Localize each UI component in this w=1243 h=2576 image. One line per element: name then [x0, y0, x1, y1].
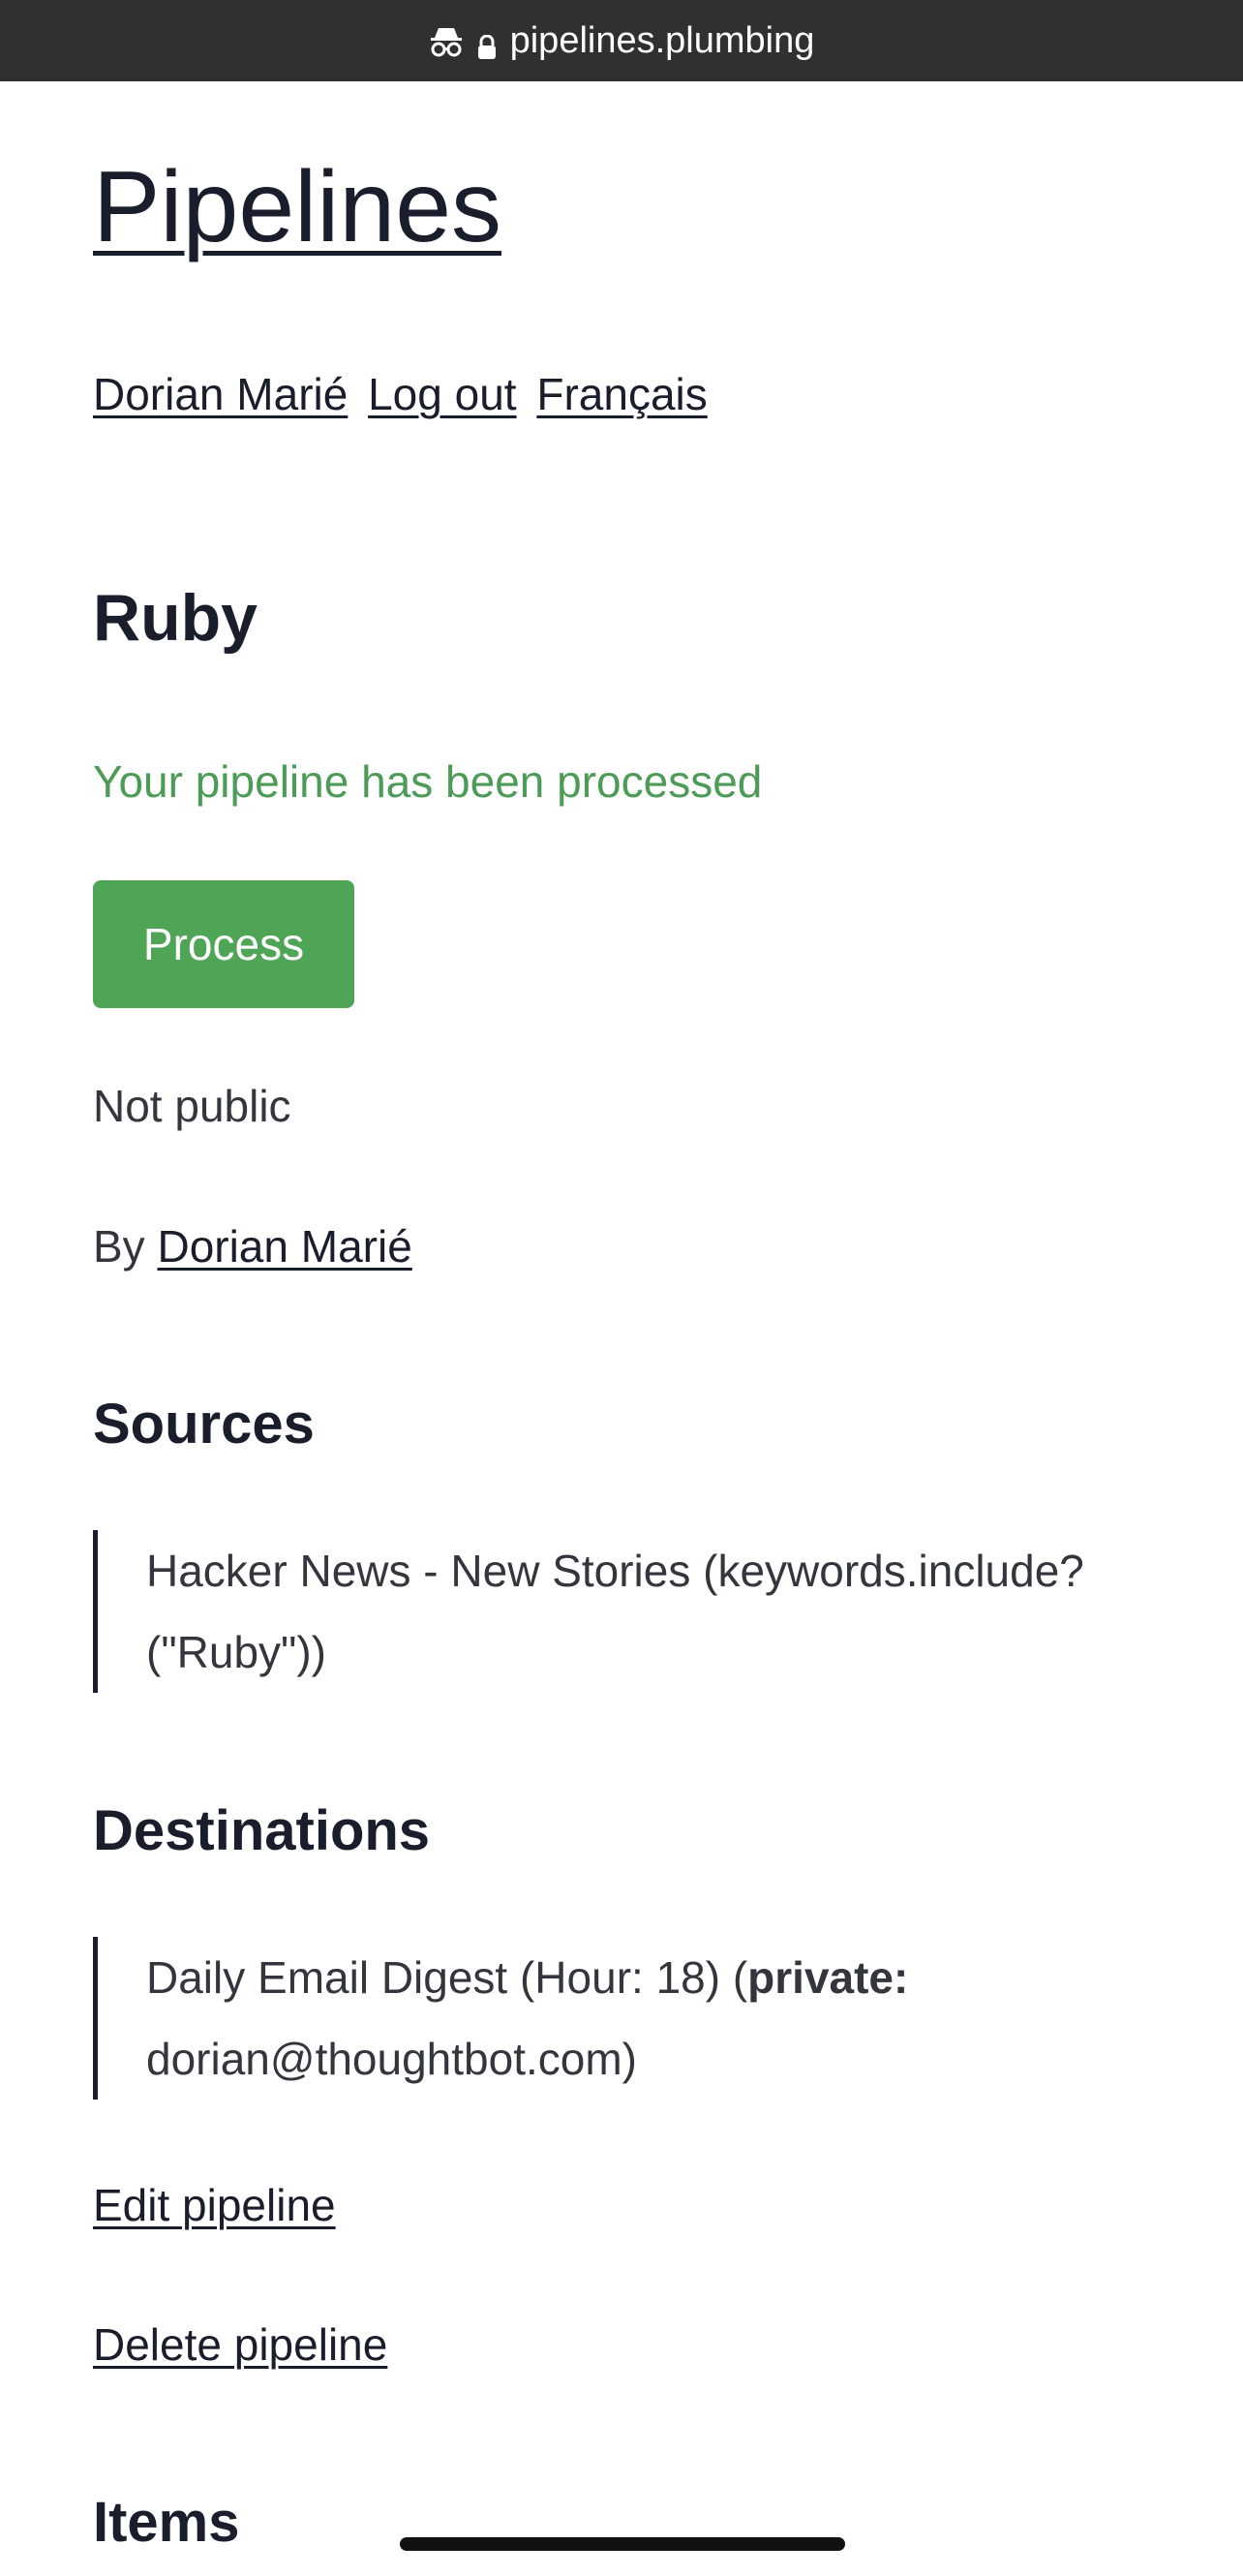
- destination-privacy-label: private:: [747, 1952, 909, 2003]
- by-label: By: [93, 1221, 145, 1272]
- language-link[interactable]: Français: [536, 369, 707, 419]
- visibility-status: Not public: [93, 1081, 291, 1131]
- user-nav: Dorian Marié Log out Français: [93, 372, 715, 416]
- process-button[interactable]: Process: [93, 880, 354, 1008]
- home-indicator[interactable]: [400, 2537, 845, 2551]
- incognito-icon: [429, 23, 464, 58]
- delete-pipeline-link[interactable]: Delete pipeline: [93, 2322, 387, 2367]
- sources-heading: Sources: [93, 1393, 315, 1456]
- destinations-heading: Destinations: [93, 1799, 431, 1862]
- destination-item: Daily Email Digest (Hour: 18) (private: …: [93, 1937, 1177, 2100]
- edit-pipeline-link[interactable]: Edit pipeline: [93, 2183, 336, 2227]
- url-text: pipelines.plumbing: [509, 19, 815, 61]
- user-profile-link[interactable]: Dorian Marié: [93, 369, 348, 419]
- source-item: Hacker News - New Stories (keywords.incl…: [93, 1530, 1177, 1693]
- destination-item-email: dorian@thoughtbot.com): [146, 2034, 637, 2084]
- flash-message: Your pipeline has been processed: [93, 756, 763, 807]
- destination-item-text: Daily Email Digest (Hour: 18) (: [146, 1952, 748, 2003]
- logout-link[interactable]: Log out: [368, 369, 516, 419]
- lock-icon: [477, 28, 497, 59]
- items-heading: Items: [93, 2491, 240, 2554]
- browser-url-bar[interactable]: pipelines.plumbing: [0, 0, 1243, 81]
- site-title-link[interactable]: Pipelines: [93, 157, 501, 258]
- pipeline-title: Ruby: [93, 581, 258, 655]
- source-item-text: Hacker News - New Stories (keywords.incl…: [146, 1546, 1084, 1677]
- author-link[interactable]: Dorian Marié: [157, 1221, 411, 1272]
- author-line: By Dorian Marié: [93, 1224, 412, 1269]
